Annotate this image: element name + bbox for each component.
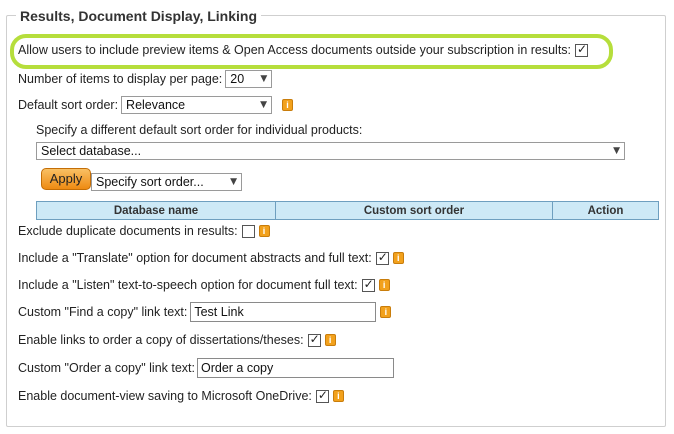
default-sort-row: Default sort order: Relevance ▼ i bbox=[18, 96, 294, 114]
onedrive-checkbox[interactable] bbox=[315, 388, 329, 403]
info-icon[interactable]: i bbox=[378, 279, 390, 291]
column-database-name: Database name bbox=[36, 201, 276, 220]
table-header-row: Database name Custom sort order Action bbox=[36, 201, 659, 220]
column-action: Action bbox=[552, 201, 659, 220]
order-copy-input[interactable]: Order a copy bbox=[197, 358, 394, 378]
info-icon[interactable]: i bbox=[392, 252, 404, 264]
listen-label: Include a "Listen" text-to-speech option… bbox=[18, 278, 358, 292]
info-icon[interactable]: i bbox=[324, 334, 336, 346]
exclude-duplicates-checkbox[interactable] bbox=[241, 224, 255, 238]
preview-items-checkbox[interactable] bbox=[575, 42, 589, 57]
find-copy-row: Custom "Find a copy" link text: Test Lin… bbox=[18, 302, 392, 322]
product-sort-label: Specify a different default sort order f… bbox=[36, 123, 363, 137]
order-links-checkbox[interactable] bbox=[307, 332, 321, 347]
order-links-row: Enable links to order a copy of disserta… bbox=[18, 332, 336, 347]
listen-row: Include a "Listen" text-to-speech option… bbox=[18, 277, 390, 292]
custom-sort-table: Database name Custom sort order Action bbox=[36, 201, 659, 220]
items-per-page-row: Number of items to display per page: 20 … bbox=[18, 70, 273, 88]
order-links-label: Enable links to order a copy of disserta… bbox=[18, 333, 304, 347]
chevron-down-icon: ▼ bbox=[613, 146, 620, 156]
info-icon[interactable]: i bbox=[282, 99, 294, 111]
translate-label: Include a "Translate" option for documen… bbox=[18, 251, 372, 265]
exclude-duplicates-label: Exclude duplicate documents in results: bbox=[18, 224, 238, 238]
info-icon[interactable]: i bbox=[380, 306, 392, 318]
product-sort-row: Specify a different default sort order f… bbox=[36, 123, 362, 137]
preview-items-row: Allow users to include preview items & O… bbox=[18, 42, 589, 57]
default-sort-label: Default sort order: bbox=[18, 98, 119, 112]
onedrive-row: Enable document-view saving to Microsoft… bbox=[18, 388, 344, 403]
database-select[interactable]: Select database... ▼ bbox=[36, 142, 625, 160]
info-icon[interactable]: i bbox=[258, 225, 270, 237]
preview-items-label: Allow users to include preview items & O… bbox=[18, 43, 572, 57]
order-copy-row: Custom "Order a copy" link text: Order a… bbox=[18, 358, 394, 378]
translate-checkbox[interactable] bbox=[375, 250, 389, 265]
translate-row: Include a "Translate" option for documen… bbox=[18, 250, 404, 265]
exclude-duplicates-row: Exclude duplicate documents in results: … bbox=[18, 224, 270, 238]
onedrive-label: Enable document-view saving to Microsoft… bbox=[18, 389, 312, 403]
apply-button[interactable]: Apply bbox=[41, 168, 91, 190]
default-sort-select[interactable]: Relevance ▼ bbox=[121, 96, 273, 114]
listen-checkbox[interactable] bbox=[361, 277, 375, 292]
sort-order-select[interactable]: Specify sort order... ▼ bbox=[91, 173, 242, 191]
find-copy-input[interactable]: Test Link bbox=[190, 302, 377, 322]
items-per-page-select[interactable]: 20 ▼ bbox=[225, 70, 273, 88]
column-custom-sort-order: Custom sort order bbox=[275, 201, 553, 220]
chevron-down-icon: ▼ bbox=[260, 74, 268, 84]
chevron-down-icon: ▼ bbox=[260, 100, 268, 110]
default-sort-value: Relevance bbox=[126, 98, 186, 112]
items-per-page-label: Number of items to display per page: bbox=[18, 72, 223, 86]
items-per-page-value: 20 bbox=[230, 72, 245, 86]
section-title: Results, Document Display, Linking bbox=[16, 8, 262, 24]
chevron-down-icon: ▼ bbox=[230, 177, 237, 187]
order-copy-label: Custom "Order a copy" link text: bbox=[18, 361, 195, 375]
sort-order-value: Specify sort order... bbox=[96, 175, 204, 189]
find-copy-label: Custom "Find a copy" link text: bbox=[18, 305, 188, 319]
info-icon[interactable]: i bbox=[332, 390, 344, 402]
database-select-value: Select database... bbox=[41, 144, 142, 158]
